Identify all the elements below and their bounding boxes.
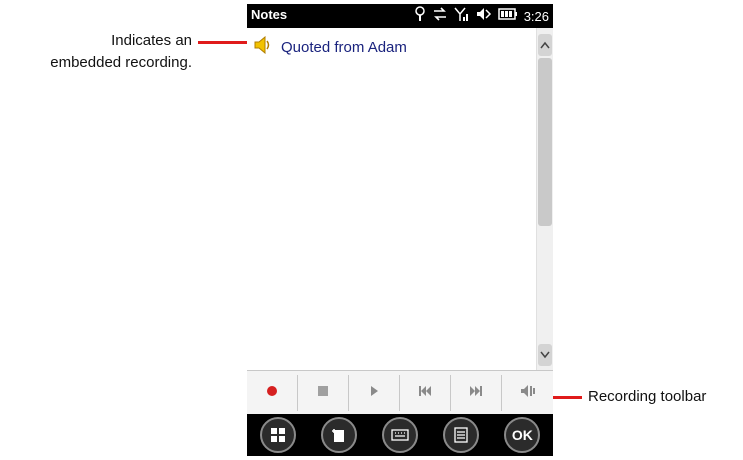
record-icon: [266, 384, 278, 402]
previous-icon: [418, 384, 432, 402]
signal-strength-icon: [414, 5, 426, 27]
scroll-down-button[interactable]: [538, 344, 552, 366]
scroll-thumb[interactable]: [538, 58, 552, 226]
status-icons: 3:26: [414, 5, 549, 27]
menu-button[interactable]: [443, 417, 480, 453]
volume-icon: [476, 7, 492, 26]
new-note-button[interactable]: [320, 417, 357, 453]
chevron-down-icon: [540, 351, 550, 359]
callout-line-1: Indicates an: [111, 32, 192, 49]
recording-toolbar-callout: Recording toolbar: [588, 388, 707, 405]
app-title: Notes: [251, 7, 288, 22]
windows-start-icon: [270, 428, 285, 442]
keyboard-icon: [391, 429, 409, 441]
note-content-area[interactable]: Quoted from Adam: [247, 28, 536, 370]
antenna-icon: [454, 6, 470, 27]
volume-icon: [520, 384, 536, 403]
scroll-up-button[interactable]: [538, 34, 552, 56]
chevron-up-icon: [540, 41, 550, 49]
ok-button[interactable]: OK: [504, 417, 541, 453]
play-icon: [369, 384, 379, 402]
note-line[interactable]: Quoted from Adam: [253, 35, 407, 59]
softkey-bar: OK: [247, 414, 553, 456]
vertical-scrollbar[interactable]: [536, 28, 553, 370]
next-button[interactable]: [451, 375, 502, 411]
phone-screen: Notes 3:26 Quoted from Adam OK: [247, 4, 553, 456]
stop-icon: [317, 384, 329, 402]
callout-line-2: embedded recording.: [50, 54, 192, 71]
stop-button[interactable]: [298, 375, 349, 411]
ok-label: OK: [511, 427, 533, 443]
embedded-recording-callout: Indicates an embedded recording.: [0, 30, 192, 74]
recording-toolbar: [247, 370, 553, 414]
status-bar: Notes 3:26: [247, 4, 553, 28]
record-button[interactable]: [247, 375, 298, 411]
battery-icon: [497, 7, 518, 25]
callout-pointer-left: [198, 41, 250, 44]
note-text[interactable]: Quoted from Adam: [281, 39, 407, 56]
sync-icon: [432, 6, 448, 26]
play-button[interactable]: [349, 375, 400, 411]
volume-button[interactable]: [502, 375, 553, 411]
speaker-icon[interactable]: [253, 35, 273, 59]
windows-start-button[interactable]: [259, 417, 296, 453]
menu-icon: [454, 427, 468, 443]
previous-button[interactable]: [400, 375, 451, 411]
new-note-icon: [331, 429, 344, 442]
keyboard-button[interactable]: [381, 417, 418, 453]
next-icon: [469, 384, 483, 402]
clock: 3:26: [523, 8, 549, 24]
